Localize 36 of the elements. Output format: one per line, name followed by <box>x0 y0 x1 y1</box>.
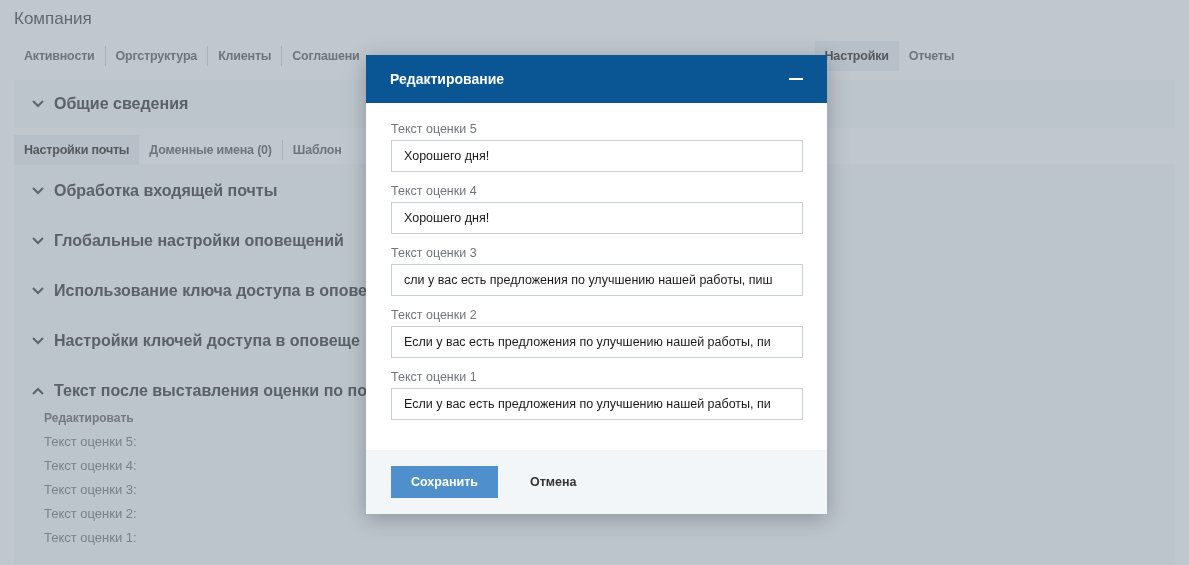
field-label: Текст оценки 1 <box>391 369 477 386</box>
tab[interactable]: Настройки <box>814 41 899 71</box>
tab[interactable]: Активности <box>14 41 105 71</box>
cancel-button[interactable]: Отмена <box>527 466 579 498</box>
text-field[interactable]: сли у вас есть предложения по улучшению нашей работы, пиш <box>391 264 803 296</box>
minimize-icon[interactable] <box>789 77 803 81</box>
tab[interactable]: Соглашени <box>282 41 370 71</box>
tab[interactable]: Отчеты <box>898 41 965 71</box>
section-title[interactable]: Общие сведения <box>54 92 189 116</box>
rating-text-label: Текст оценки 2: <box>44 505 137 523</box>
section-title[interactable]: Обработка входящей почты <box>54 179 278 203</box>
text-field[interactable]: Если у вас есть предложения по улучшению нашей работы, пи <box>391 388 803 420</box>
tab[interactable]: Доменные имена (0) <box>139 135 282 165</box>
tab[interactable]: Оргструктура <box>105 41 208 71</box>
section-title[interactable]: Глобальные настройки оповещений <box>54 229 344 253</box>
rating-text-label: Текст оценки 5: <box>44 433 137 451</box>
section-title[interactable]: Использование ключа доступа в опове <box>54 279 367 303</box>
text-field[interactable]: Если у вас есть предложения по улучшению нашей работы, пи <box>391 326 803 358</box>
tab[interactable]: Шаблон <box>282 135 352 165</box>
field-label: Текст оценки 4 <box>391 183 477 200</box>
field-label: Текст оценки 3 <box>391 245 477 262</box>
rating-text-label: Текст оценки 1: <box>44 529 137 547</box>
rating-text-label: Текст оценки 3: <box>44 481 137 499</box>
dialog-title: Редактирование <box>390 69 505 89</box>
text-field[interactable]: Хорошего дня! <box>391 140 803 172</box>
field-label: Текст оценки 2 <box>391 307 477 324</box>
section-title[interactable]: Настройки ключей доступа в оповеще <box>54 329 360 353</box>
save-button[interactable]: Сохранить <box>391 466 498 498</box>
text-field[interactable]: Хорошего дня! <box>391 202 803 234</box>
tab[interactable]: Клиенты <box>208 41 282 71</box>
page-title: Компания <box>14 8 92 30</box>
section-title[interactable]: Текст после выставления оценки по по <box>54 379 367 403</box>
edit-link[interactable]: Редактировать <box>44 406 134 430</box>
field-label: Текст оценки 5 <box>391 121 477 138</box>
tab[interactable]: Настройки почты <box>14 135 140 165</box>
rating-text-label: Текст оценки 4: <box>44 457 137 475</box>
